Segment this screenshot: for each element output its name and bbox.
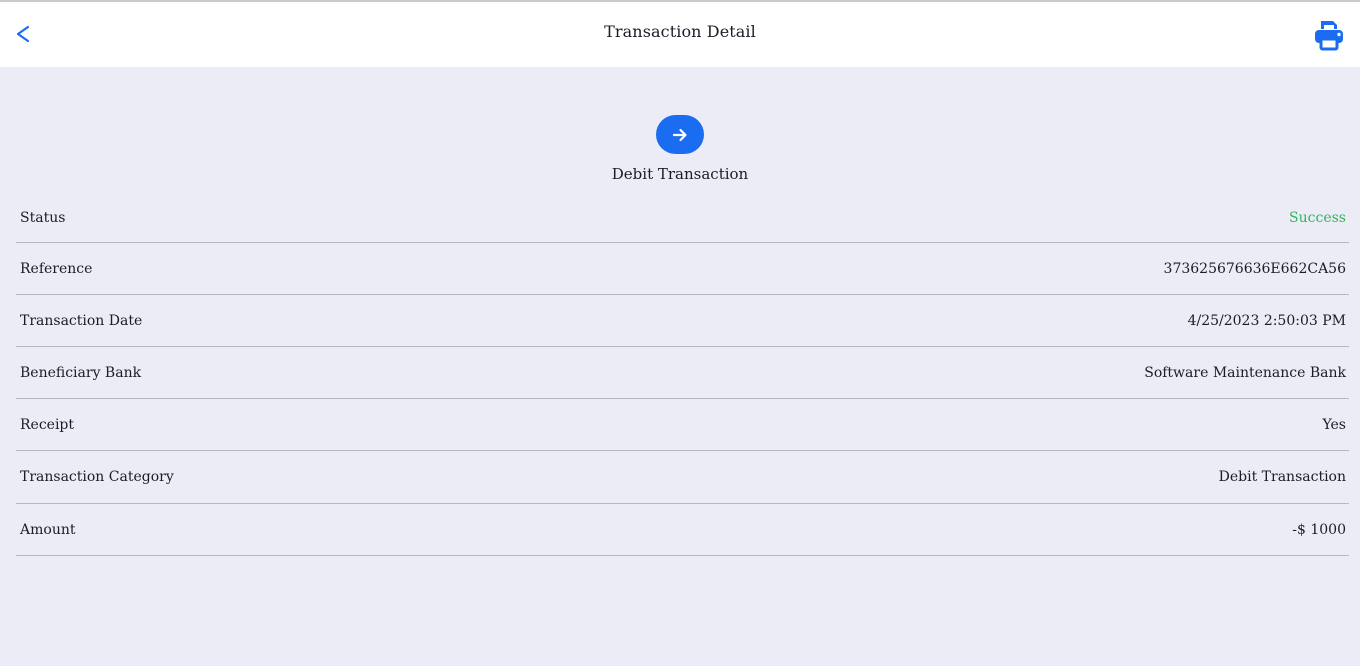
detail-label: Receipt bbox=[20, 416, 75, 433]
detail-value: 373625676636E662CA56 bbox=[1163, 260, 1346, 277]
detail-value: Software Maintenance Bank bbox=[1144, 364, 1346, 381]
transaction-summary: Debit Transaction bbox=[0, 115, 1360, 184]
detail-row-receipt: Receipt Yes bbox=[16, 399, 1349, 451]
detail-label: Transaction Category bbox=[20, 469, 174, 485]
detail-label: Amount bbox=[20, 521, 76, 538]
detail-row-beneficiary-bank: Beneficiary Bank Software Maintenance Ba… bbox=[16, 347, 1349, 399]
detail-label: Transaction Date bbox=[20, 312, 143, 329]
transaction-type-label: Debit Transaction bbox=[611, 165, 749, 183]
detail-label: Reference bbox=[20, 260, 93, 277]
detail-row-status: Status Success bbox=[16, 194, 1349, 243]
details-list: Status Success Reference 373625676636E66… bbox=[16, 194, 1349, 556]
amount-value: -$ 1000 bbox=[1292, 521, 1346, 538]
app-header: Transaction Detail bbox=[0, 2, 1360, 67]
detail-value: 4/25/2023 2:50:03 PM bbox=[1187, 312, 1346, 329]
printer-icon bbox=[1315, 21, 1343, 51]
detail-row-transaction-category: Transaction Category Debit Transaction bbox=[16, 451, 1349, 504]
arrow-right-icon bbox=[672, 128, 687, 141]
detail-value: Debit Transaction bbox=[1218, 469, 1346, 485]
detail-value: Yes bbox=[1322, 416, 1347, 433]
status-value: Success bbox=[1289, 210, 1346, 226]
page-title: Transaction Detail bbox=[604, 22, 756, 41]
detail-label: Beneficiary Bank bbox=[20, 364, 142, 381]
print-button[interactable] bbox=[1310, 15, 1348, 53]
detail-label: Status bbox=[20, 210, 66, 226]
detail-row-reference: Reference 373625676636E662CA56 bbox=[16, 243, 1349, 295]
debit-badge bbox=[656, 115, 704, 154]
detail-row-amount: Amount -$ 1000 bbox=[16, 504, 1349, 556]
detail-row-transaction-date: Transaction Date 4/25/2023 2:50:03 PM bbox=[16, 295, 1349, 347]
